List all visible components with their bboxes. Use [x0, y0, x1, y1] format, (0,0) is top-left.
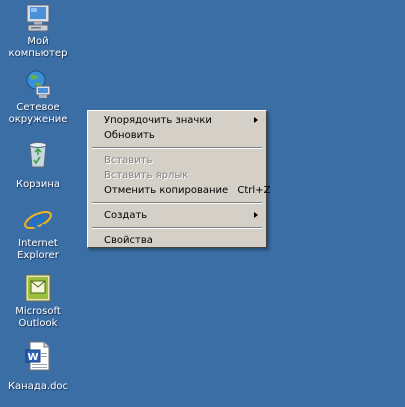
svg-text:W: W: [27, 352, 38, 363]
desktop-icon-recycle-bin[interactable]: Корзина: [0, 138, 76, 191]
recycle-bin-icon: [29, 142, 47, 168]
submenu-arrow-icon: [254, 212, 258, 218]
menu-item-arrange-icons[interactable]: Упорядочить значки: [90, 113, 264, 128]
menu-item-paste: Вставить: [90, 153, 264, 168]
menu-item-label: Вставить ярлык: [104, 170, 189, 181]
menu-item-shortcut: Ctrl+Z: [237, 185, 271, 196]
menu-separator: [92, 147, 262, 149]
desktop-icon-network-places[interactable]: Сетевое окружение: [0, 68, 76, 126]
menu-separator: [92, 227, 262, 229]
menu-item-label: Создать: [104, 210, 148, 221]
internet-explorer-icon: e: [24, 205, 52, 234]
desktop-icon-label: Internet Explorer: [17, 238, 59, 261]
menu-item-label: Свойства: [104, 235, 153, 246]
my-computer-icon: [26, 4, 50, 32]
desktop-icon-label: Канада.doc: [7, 381, 69, 392]
submenu-arrow-icon: [254, 117, 258, 123]
desktop-icon-word-document[interactable]: W Канада.doc: [0, 340, 76, 393]
menu-item-label: Вставить: [104, 155, 153, 166]
desktop-icon-label: Корзина: [15, 179, 61, 190]
menu-item-paste-shortcut: Вставить ярлык: [90, 168, 264, 183]
menu-item-refresh[interactable]: Обновить: [90, 128, 264, 143]
menu-item-label: Отменить копирование: [104, 185, 229, 196]
desktop-icon-label: Microsoft Outlook: [15, 306, 61, 329]
desktop-context-menu: Упорядочить значки Обновить Вставить Вст…: [87, 110, 270, 248]
outlook-icon: [25, 274, 51, 302]
desktop-icon-my-computer[interactable]: Мой компьютер: [0, 2, 76, 60]
menu-separator: [92, 202, 262, 204]
desktop-icon-internet-explorer[interactable]: e Internet Explorer: [0, 204, 76, 262]
desktop-icon-label: Мой компьютер: [8, 36, 68, 59]
word-document-icon: W: [25, 341, 50, 371]
menu-item-undo-copy[interactable]: Отменить копирование Ctrl+Z: [90, 183, 270, 198]
svg-text:e: e: [30, 205, 45, 234]
menu-item-label: Обновить: [104, 130, 155, 141]
desktop-icon-outlook[interactable]: Microsoft Outlook: [0, 272, 76, 330]
menu-item-new[interactable]: Создать: [90, 208, 264, 223]
menu-item-properties[interactable]: Свойства: [90, 233, 264, 248]
desktop[interactable]: Мой компьютер Сетевое окружение Корзина: [0, 0, 405, 407]
menu-item-label: Упорядочить значки: [104, 115, 212, 126]
desktop-icon-label: Сетевое окружение: [8, 102, 68, 125]
network-places-icon: [26, 70, 51, 98]
